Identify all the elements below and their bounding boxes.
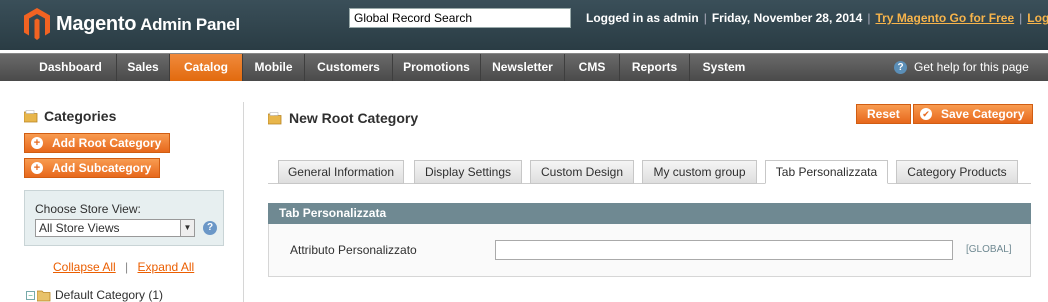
tab-general-information[interactable]: General Information [278, 160, 404, 184]
nav-newsletter[interactable]: Newsletter [481, 54, 565, 81]
store-help-icon[interactable]: ? [203, 221, 217, 235]
help-link[interactable]: ? Get help for this page [894, 54, 1029, 81]
magento-logo[interactable]: Magento Admin Panel [24, 8, 240, 40]
help-icon: ? [894, 61, 907, 74]
folder-icon [267, 111, 283, 125]
nav-system[interactable]: System [690, 54, 758, 81]
brand-name: Magento [56, 12, 137, 35]
attributo-personalizzato-label: Attributo Personalizzato [290, 243, 417, 257]
help-label: Get help for this page [914, 60, 1029, 74]
attributo-personalizzato-input[interactable] [495, 240, 953, 260]
nav-dashboard[interactable]: Dashboard [25, 54, 117, 81]
categories-title-text: Categories [44, 108, 117, 124]
collapse-all-link[interactable]: Collapse All [53, 260, 116, 274]
categories-title: Categories [23, 108, 117, 124]
header-separator: | [867, 11, 871, 25]
header-separator: | [703, 11, 707, 25]
header-bar: MagentoAdmin Panel Logged in as admin | Fr… [0, 0, 1048, 50]
section-header: Tab Personalizzata [268, 203, 1031, 224]
tree-item-label: Default Category (1) [55, 288, 164, 302]
dropdown-arrow-icon: ▼ [180, 220, 194, 236]
store-label: Choose Store View: [35, 202, 141, 216]
nav-mobile[interactable]: Mobile [243, 54, 305, 81]
tab-display-settings[interactable]: Display Settings [414, 160, 522, 184]
store-view-select[interactable]: All Store Views ▼ [35, 219, 195, 237]
header-date: Friday, November 28, 2014 [711, 11, 863, 25]
header-separator: | [1019, 11, 1023, 25]
page-title-text: New Root Category [289, 110, 419, 126]
store-switcher: Choose Store View: All Store Views ▼ ? [24, 190, 224, 246]
try-magento-link[interactable]: Try Magento Go for Free [875, 11, 1014, 25]
tree-separator: | [125, 260, 129, 274]
tab-tab-personalizzata[interactable]: Tab Personalizzata [765, 160, 888, 184]
main-nav: Dashboard Sales Catalog Mobile Customers… [0, 53, 1048, 81]
category-tabs: General Information Display Settings Cus… [268, 160, 1031, 184]
store-view-value: All Store Views [39, 221, 120, 235]
tab-custom-design[interactable]: Custom Design [530, 160, 634, 184]
plus-icon: + [31, 137, 43, 149]
folder-icon [23, 109, 39, 123]
tree-controls: Collapse All | Expand All [53, 260, 194, 274]
nav-sales[interactable]: Sales [117, 54, 170, 81]
logged-in-text: Logged in as admin [586, 11, 699, 25]
save-category-label: Save Category [941, 107, 1025, 121]
header-user-info: Logged in as admin | Friday, November 28, … [586, 11, 1048, 25]
tab-category-products[interactable]: Category Products [896, 160, 1018, 184]
nav-promotions[interactable]: Promotions [393, 54, 481, 81]
nav-cms[interactable]: CMS [565, 54, 620, 81]
section-body: Attributo Personalizzato [GLOBAL] [268, 224, 1031, 277]
plus-icon: + [31, 162, 43, 174]
tree-item-default-category[interactable]: − Default Category (1) [26, 288, 163, 302]
logout-link[interactable]: Log Out [1027, 11, 1048, 25]
page-title: New Root Category [267, 110, 419, 126]
global-search-input[interactable] [349, 8, 571, 28]
check-icon: ✔ [920, 108, 932, 120]
magento-logo-icon [24, 8, 50, 40]
nav-customers[interactable]: Customers [305, 54, 393, 81]
add-subcategory-button[interactable]: + Add Subcategory [24, 158, 161, 178]
save-category-button[interactable]: ✔ Save Category [913, 104, 1034, 124]
nav-catalog[interactable]: Catalog [170, 54, 243, 81]
folder-icon [36, 289, 52, 302]
scope-label: [GLOBAL] [966, 244, 1012, 255]
reset-button[interactable]: Reset [856, 104, 911, 124]
add-root-category-button[interactable]: + Add Root Category [24, 133, 171, 153]
tab-my-custom-group[interactable]: My custom group [642, 160, 757, 184]
add-subcategory-label: Add Subcategory [52, 161, 152, 175]
tree-toggle-icon[interactable]: − [26, 290, 35, 300]
expand-all-link[interactable]: Expand All [138, 260, 195, 274]
brand-sub: Admin Panel [140, 14, 240, 34]
nav-reports[interactable]: Reports [620, 54, 690, 81]
add-root-category-label: Add Root Category [52, 136, 162, 150]
reset-label: Reset [867, 107, 900, 121]
column-divider [243, 102, 244, 302]
